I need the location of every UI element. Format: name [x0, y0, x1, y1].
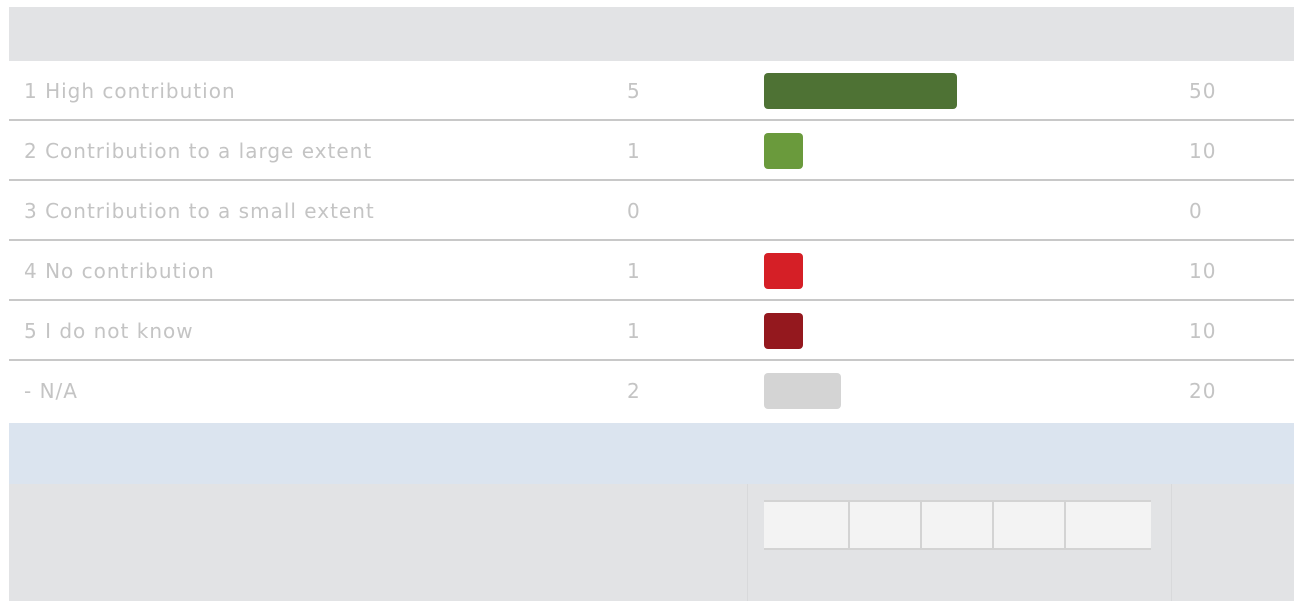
row-bar: [764, 373, 842, 409]
scale-segment: [764, 502, 850, 548]
table-row: 1 High contribution 5 50: [9, 61, 1294, 121]
row-count: 1: [627, 259, 641, 283]
scale-segment: [922, 502, 994, 548]
row-count: 1: [627, 319, 641, 343]
footer-divider: [1171, 484, 1172, 601]
footer-divider: [747, 484, 748, 601]
row-percentage: 20: [1189, 379, 1217, 403]
row-bar: [764, 313, 803, 349]
row-bar: [764, 73, 957, 109]
row-percentage: 50: [1189, 79, 1217, 103]
table-row: 4 No contribution 1 10: [9, 241, 1294, 301]
row-label: 1 High contribution: [24, 79, 236, 103]
row-count: 0: [627, 199, 641, 223]
row-label: 4 No contribution: [24, 259, 215, 283]
table-footer: [9, 484, 1294, 601]
row-percentage: 10: [1189, 259, 1217, 283]
row-bar: [764, 133, 803, 169]
row-percentage: 10: [1189, 319, 1217, 343]
bar-scale: [764, 500, 1151, 550]
row-percentage: 0: [1189, 199, 1203, 223]
row-label: 3 Contribution to a small extent: [24, 199, 375, 223]
row-label: 5 I do not know: [24, 319, 194, 343]
row-percentage: 10: [1189, 139, 1217, 163]
row-count: 2: [627, 379, 641, 403]
row-count: 1: [627, 139, 641, 163]
table-row: - N/A 2 20: [9, 361, 1294, 421]
table-header: [9, 7, 1294, 61]
row-label: - N/A: [24, 379, 78, 403]
row-label: 2 Contribution to a large extent: [24, 139, 373, 163]
row-count: 5: [627, 79, 641, 103]
table-row: 2 Contribution to a large extent 1 10: [9, 121, 1294, 181]
summary-row: [9, 423, 1294, 484]
scale-segment: [850, 502, 922, 548]
scale-segment: [994, 502, 1066, 548]
table-row: 5 I do not know 1 10: [9, 301, 1294, 361]
table-row: 3 Contribution to a small extent 0 0: [9, 181, 1294, 241]
results-table: 1 High contribution 5 50 2 Contribution to …: [9, 7, 1294, 601]
row-bar: [764, 253, 803, 289]
